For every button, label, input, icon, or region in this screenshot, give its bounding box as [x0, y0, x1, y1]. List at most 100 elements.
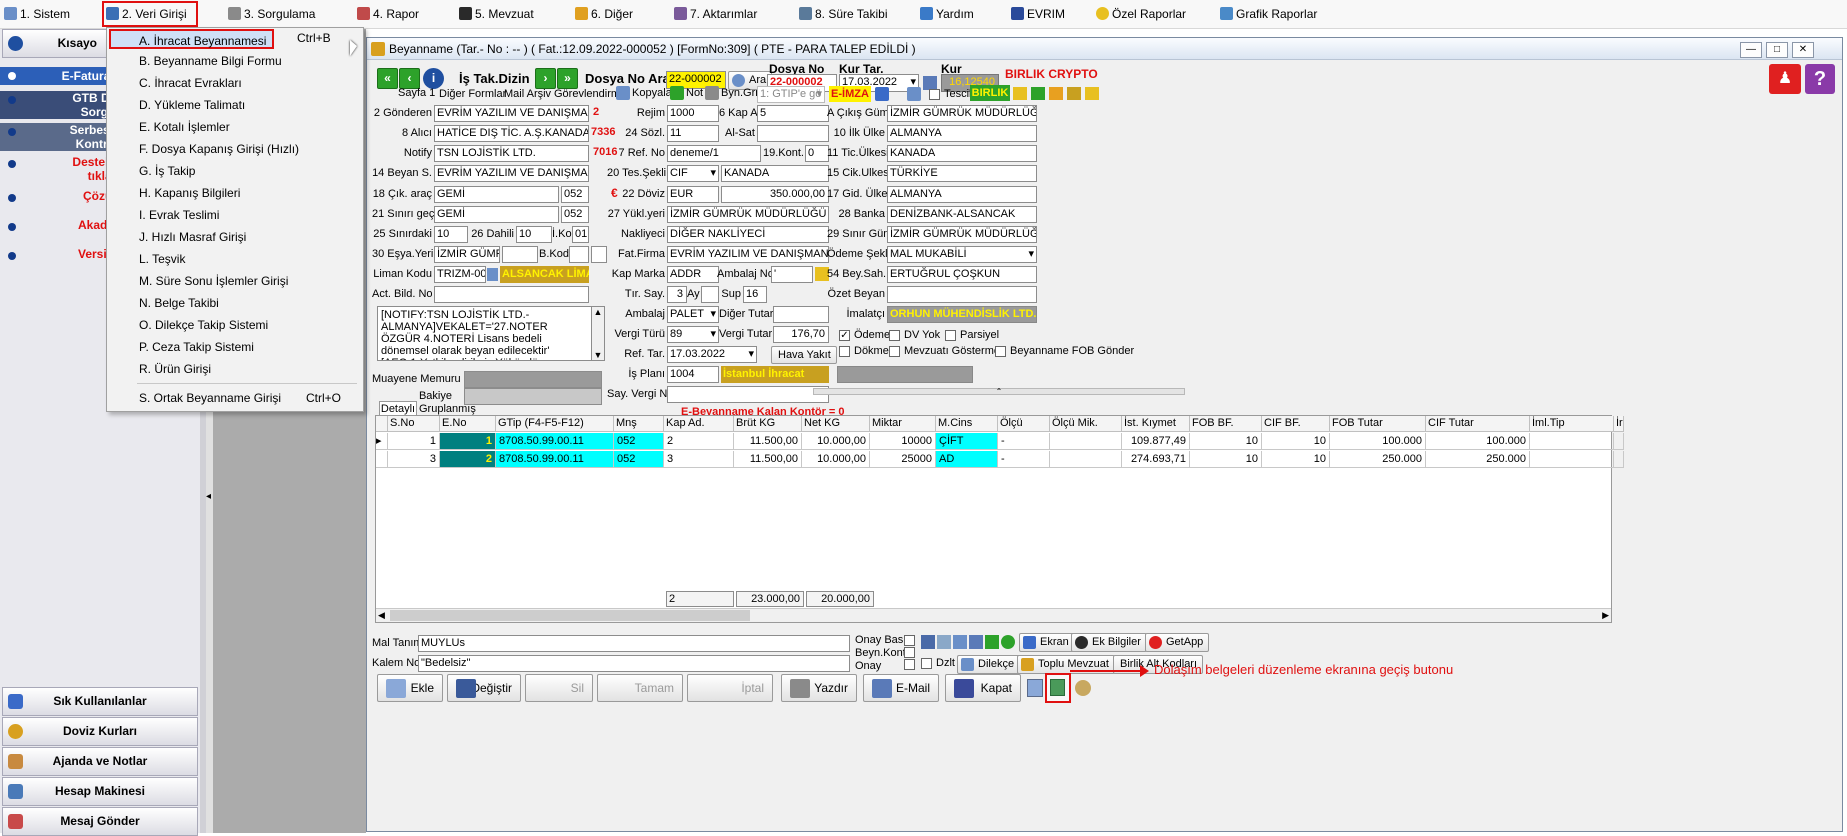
scrollbar-thumb[interactable]	[390, 610, 750, 621]
menu-item-kotali-islemler[interactable]: E. Kotalı İşlemler	[109, 117, 361, 137]
info-icon[interactable]: i	[423, 68, 444, 89]
notes-textarea[interactable]: [NOTIFY:TSN LOJİSTİK LTD.-ALMANYA]VEKALE…	[377, 306, 592, 361]
menu-sorgulama[interactable]: 3. Sorgulama	[226, 3, 315, 25]
row-selector[interactable]	[376, 451, 388, 468]
iptal-button[interactable]: İptal	[687, 674, 773, 702]
sinir-gec-code[interactable]: 052	[561, 206, 589, 223]
beyn-kont-checkbox[interactable]	[904, 647, 915, 658]
notify-field[interactable]: TSN LOJİSTİK LTD.	[434, 145, 589, 162]
table-cell[interactable]	[1050, 433, 1122, 450]
hava-yakit-button[interactable]: Hava Yakıt	[771, 346, 837, 364]
tab-sayfa1[interactable]: Sayfa 1	[398, 87, 435, 99]
calculator-icon[interactable]	[969, 635, 983, 649]
table-cell[interactable]: 250.000	[1330, 451, 1426, 468]
table-cell[interactable]: 10.000,00	[802, 433, 870, 450]
column-header[interactable]: CIF BF.	[1262, 416, 1330, 432]
kalem-not-field[interactable]: "Bedelsiz"	[418, 655, 850, 672]
table-cell[interactable]: AD	[936, 451, 998, 468]
scroll-up-icon[interactable]: ▲	[592, 307, 604, 317]
table-cell[interactable]: 052	[614, 433, 664, 450]
table-cell[interactable]: -	[998, 451, 1050, 468]
menu-item-urun-girisi[interactable]: R. Ürün Girişi	[109, 359, 361, 379]
column-header[interactable]: FOB BF.	[1190, 416, 1262, 432]
gid-ulke-field[interactable]: ALMANYA	[887, 186, 1037, 203]
table-cell[interactable]: 3	[388, 451, 440, 468]
menu-item-sure-sonu[interactable]: M. Süre Sonu İşlemler Girişi	[109, 271, 361, 291]
column-header[interactable]: Brüt KG	[734, 416, 802, 432]
email-button[interactable]: E-Mail	[863, 674, 939, 702]
odeme-sekli-select[interactable]: MAL MUKABİLİ	[887, 246, 1037, 263]
folder-export-icon[interactable]	[1049, 87, 1063, 100]
menu-diger[interactable]: 6. Diğer	[573, 3, 633, 25]
close-button[interactable]: ✕	[1792, 42, 1814, 58]
table-cell[interactable]: 11.500,00	[734, 451, 802, 468]
table-cell[interactable]: 109.877,49	[1122, 433, 1190, 450]
menu-item-evrak-teslimi[interactable]: I. Evrak Teslimi	[109, 205, 361, 225]
hesap-makinesi-button[interactable]: Hesap Makinesi	[2, 777, 198, 806]
folder-up-icon[interactable]	[1031, 87, 1045, 100]
column-header[interactable]: Ölçü Mik.	[1050, 416, 1122, 432]
ozet-beyan-field[interactable]	[887, 286, 1037, 303]
vergi-tutar-field[interactable]: 176,70	[773, 326, 829, 343]
first-record-button[interactable]: «	[377, 68, 398, 89]
menu-item-dilekce-takip[interactable]: O. Dilekçe Takip Sistemi	[109, 315, 361, 335]
menu-item-yukleme-talimati[interactable]: D. Yükleme Talimatı	[109, 95, 361, 115]
esya-yeri-field[interactable]: İZMİR GÜMRÜK	[434, 246, 500, 263]
beyan-field[interactable]: EVRİM YAZILIM VE DANIŞMANLIK	[434, 165, 589, 182]
degistir-button[interactable]: Değiştir	[447, 674, 521, 702]
column-header[interactable]: GTip (F4-F5-F12)	[496, 416, 614, 432]
liman-kodu-field[interactable]: TRIZM-00	[434, 266, 486, 283]
dv-yok-checkbox[interactable]	[889, 330, 900, 341]
help-icon[interactable]: ?	[1805, 64, 1835, 94]
menu-item-kapanis-bilgileri[interactable]: H. Kapanış Bilgileri	[109, 183, 361, 203]
table-cell[interactable]: 10000	[870, 433, 936, 450]
cik-arac-field[interactable]: GEMİ	[434, 186, 559, 203]
odeme-checkbox[interactable]: ✓	[839, 330, 850, 341]
table-cell[interactable]	[1614, 433, 1624, 450]
menu-grafik-raporlar[interactable]: Grafik Raporlar	[1218, 3, 1317, 25]
table-cell[interactable]: 250.000	[1426, 451, 1530, 468]
dokme-checkbox[interactable]	[839, 346, 850, 357]
menu-evrim[interactable]: EVRIM	[1009, 3, 1065, 25]
ikod-field[interactable]: 01	[572, 226, 589, 243]
sinir-gum-field[interactable]: İZMİR GÜMRÜK MÜDÜRLÜĞÜ	[887, 226, 1037, 243]
menu-item-beyanname-bilgi-formu[interactable]: B. Beyanname Bilgi Formu	[109, 51, 361, 71]
doviz-kurlari-button[interactable]: Doviz Kurları	[2, 717, 198, 746]
menu-item-is-takip[interactable]: G. İş Takip	[109, 161, 361, 181]
column-header[interactable]: M.Cins	[936, 416, 998, 432]
kapat-button[interactable]: Kapat	[945, 674, 1021, 702]
cik-arac-code[interactable]: 052	[561, 186, 589, 203]
scroll-down-icon[interactable]: ▼	[592, 350, 604, 360]
scroll-left-icon[interactable]: ◀	[378, 610, 385, 621]
rejim-field[interactable]: 1000	[667, 105, 719, 122]
getapp-button[interactable]: GetApp	[1145, 633, 1210, 652]
table-cell[interactable]	[1050, 451, 1122, 468]
gonderen-field[interactable]: EVRİM YAZILIM VE DANIŞMANLIK L	[434, 105, 589, 122]
tamam-button[interactable]: Tamam	[597, 674, 683, 702]
menu-item-ihracat-beyannamesi[interactable]: A. İhracat Beyannamesi	[109, 29, 274, 49]
menu-ozel-raporlar[interactable]: Özel Raporlar	[1094, 3, 1186, 25]
table-cell[interactable]: 100.000	[1426, 433, 1530, 450]
table-cell[interactable]: 8708.50.99.00.11	[496, 433, 614, 450]
column-header[interactable]: FOB Tutar	[1330, 416, 1426, 432]
tes-yeri-field[interactable]: KANADA	[721, 165, 829, 182]
print-icon[interactable]	[937, 635, 951, 649]
is-plani-field[interactable]: 1004	[667, 366, 719, 383]
kap-a-field[interactable]: 5	[757, 105, 829, 122]
scroll-right-icon[interactable]: ▶	[1602, 610, 1609, 621]
mail-arsiv-button[interactable]: Mail Arşiv	[504, 88, 551, 100]
diger-tutar-field[interactable]	[773, 306, 829, 323]
sinirdaki-field[interactable]: 10	[434, 226, 468, 243]
table-cell[interactable]: 1	[440, 433, 496, 450]
fob-gonder-checkbox[interactable]	[995, 346, 1006, 357]
doviz-tutar-field[interactable]: 350.000,00	[721, 186, 829, 203]
ekle-button[interactable]: Ekle	[377, 674, 443, 702]
menu-veri-girisi[interactable]: 2. Veri Girişi	[102, 1, 198, 27]
ambalaj-select[interactable]: PALET	[667, 306, 719, 323]
ref-no-field[interactable]: deneme/1	[667, 145, 761, 162]
tic-ulke-field[interactable]: KANADA	[887, 145, 1037, 162]
table-cell[interactable]: 052	[614, 451, 664, 468]
table-cell[interactable]: 25000	[870, 451, 936, 468]
bey-sah-field[interactable]: ERTUĞRUL ÇOŞKUN	[887, 266, 1037, 283]
alsat-field[interactable]	[757, 125, 829, 142]
